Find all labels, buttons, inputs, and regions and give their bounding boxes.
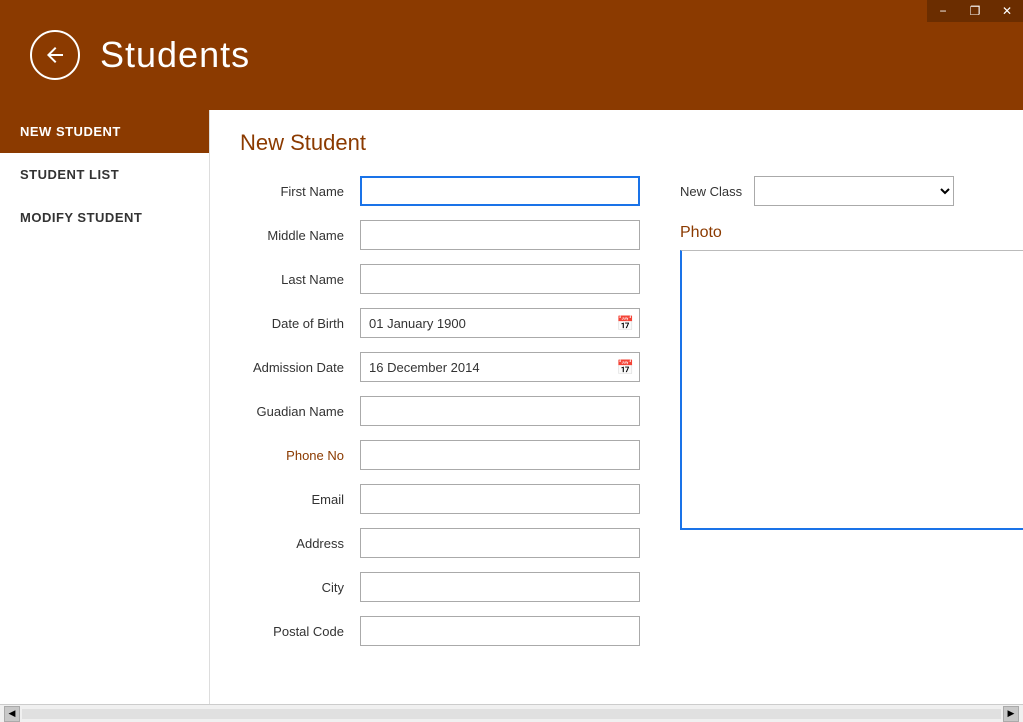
middle-name-row: Middle Name	[240, 220, 640, 250]
address-input[interactable]	[360, 528, 640, 558]
city-input[interactable]	[360, 572, 640, 602]
phone-no-input[interactable]	[360, 440, 640, 470]
photo-box[interactable]	[680, 250, 1023, 530]
email-input[interactable]	[360, 484, 640, 514]
phone-no-row: Phone No	[240, 440, 640, 470]
page-title: New Student	[240, 130, 993, 156]
phone-no-label: Phone No	[240, 448, 360, 463]
minimize-button[interactable]: −	[927, 0, 959, 22]
app-header: Students	[0, 0, 1023, 110]
city-row: City	[240, 572, 640, 602]
form-container: First Name Middle Name Last Name	[240, 176, 993, 660]
last-name-row: Last Name	[240, 264, 640, 294]
last-name-input[interactable]	[360, 264, 640, 294]
window-chrome: − ❐ ✕	[927, 0, 1023, 22]
app-title: Students	[100, 34, 250, 76]
address-label: Address	[240, 536, 360, 551]
last-name-label: Last Name	[240, 272, 360, 287]
scroll-left-arrow[interactable]: ◀	[4, 706, 20, 722]
first-name-input[interactable]	[360, 176, 640, 206]
admission-date-row: Admission Date 📅	[240, 352, 640, 382]
postal-code-row: Postal Code	[240, 616, 640, 646]
guardian-name-input[interactable]	[360, 396, 640, 426]
admission-date-label: Admission Date	[240, 360, 360, 375]
admission-date-input[interactable]	[360, 352, 640, 382]
guardian-name-row: Guadian Name	[240, 396, 640, 426]
dob-label: Date of Birth	[240, 316, 360, 331]
back-button[interactable]	[30, 30, 80, 80]
main-content: New Student First Name Middle Name	[210, 110, 1023, 704]
new-class-row: New Class	[680, 176, 1023, 206]
sidebar: NEW STUDENT STUDENT LIST MODIFY STUDENT	[0, 110, 210, 704]
close-button[interactable]: ✕	[991, 0, 1023, 22]
postal-code-label: Postal Code	[240, 624, 360, 639]
dob-row: Date of Birth 📅	[240, 308, 640, 338]
middle-name-input[interactable]	[360, 220, 640, 250]
scroll-track[interactable]	[22, 709, 1001, 719]
guardian-name-label: Guadian Name	[240, 404, 360, 419]
city-label: City	[240, 580, 360, 595]
sidebar-item-new-student[interactable]: NEW STUDENT	[0, 110, 209, 153]
horizontal-scrollbar: ◀ ▶	[0, 704, 1023, 722]
form-right: New Class Photo	[680, 176, 1023, 660]
dob-input[interactable]	[360, 308, 640, 338]
restore-button[interactable]: ❐	[959, 0, 991, 22]
email-row: Email	[240, 484, 640, 514]
first-name-row: First Name	[240, 176, 640, 206]
sidebar-item-student-list[interactable]: STUDENT LIST	[0, 153, 209, 196]
address-row: Address	[240, 528, 640, 558]
first-name-label: First Name	[240, 184, 360, 199]
scroll-right-arrow[interactable]: ▶	[1003, 706, 1019, 722]
middle-name-label: Middle Name	[240, 228, 360, 243]
new-class-select[interactable]	[754, 176, 954, 206]
photo-label: Photo	[680, 224, 1023, 242]
sidebar-item-modify-student[interactable]: MODIFY STUDENT	[0, 196, 209, 239]
email-label: Email	[240, 492, 360, 507]
new-class-label: New Class	[680, 184, 742, 199]
dob-wrapper: 📅	[360, 308, 640, 338]
admission-date-wrapper: 📅	[360, 352, 640, 382]
form-left: First Name Middle Name Last Name	[240, 176, 640, 660]
postal-code-input[interactable]	[360, 616, 640, 646]
